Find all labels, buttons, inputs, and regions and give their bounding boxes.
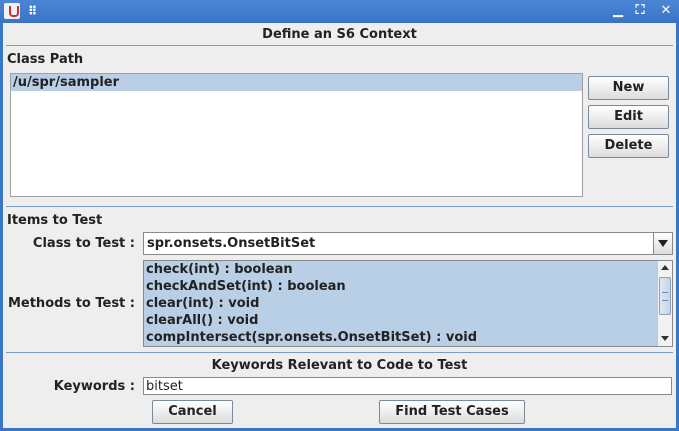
keywords-input[interactable] <box>143 377 672 395</box>
class-to-test-select[interactable]: spr.onsets.OnsetBitSet <box>143 232 673 255</box>
find-test-cases-button[interactable]: Find Test Cases <box>379 400 525 424</box>
maximize-icon[interactable]: ⛶ <box>632 3 648 19</box>
java-icon <box>4 3 20 19</box>
scroll-thumb[interactable] <box>659 277 671 315</box>
methods-to-test-label: Methods to Test : <box>7 296 135 311</box>
items-to-test-label: Items to Test <box>7 213 103 228</box>
scroll-down-icon[interactable] <box>658 332 672 346</box>
dialog-heading: Define an S6 Context <box>262 27 417 42</box>
class-path-label: Class Path <box>7 52 84 67</box>
title-bar[interactable]: ⠿ ▁ ⛶ ✕ <box>0 0 679 23</box>
cancel-button[interactable]: Cancel <box>152 400 233 424</box>
divider <box>6 206 673 207</box>
class-to-test-value: spr.onsets.OnsetBitSet <box>147 236 316 251</box>
list-item[interactable]: checkAndSet(int) : boolean <box>144 278 672 295</box>
close-icon[interactable]: ✕ <box>658 3 674 19</box>
dialog-content: Define an S6 Context Class Path /u/spr/s… <box>3 23 676 428</box>
delete-button[interactable]: Delete <box>588 134 669 158</box>
grip-icon[interactable]: ⠿ <box>28 3 44 19</box>
minimize-icon[interactable]: ▁ <box>610 3 626 19</box>
list-item[interactable]: clearAll() : void <box>144 312 672 329</box>
chevron-down-icon[interactable] <box>653 233 672 254</box>
list-item[interactable]: /u/spr/sampler <box>11 74 582 91</box>
keywords-label: Keywords : <box>53 379 135 394</box>
list-item[interactable]: compIntersect(spr.onsets.OnsetBitSet) : … <box>144 329 672 346</box>
class-to-test-label: Class to Test : <box>32 236 135 251</box>
keywords-heading: Keywords Relevant to Code to Test <box>211 358 468 373</box>
divider <box>6 45 673 46</box>
new-button[interactable]: New <box>588 76 669 100</box>
methods-scrollbar[interactable] <box>657 261 672 346</box>
list-item[interactable]: check(int) : boolean <box>144 261 672 278</box>
dialog-window: ⠿ ▁ ⛶ ✕ Define an S6 Context Class Path … <box>0 0 679 431</box>
divider <box>6 352 673 353</box>
edit-button[interactable]: Edit <box>588 105 669 129</box>
scroll-up-icon[interactable] <box>658 261 672 275</box>
list-item[interactable]: clear(int) : void <box>144 295 672 312</box>
class-path-list[interactable]: /u/spr/sampler <box>10 73 583 197</box>
methods-list[interactable]: check(int) : boolean checkAndSet(int) : … <box>143 260 673 347</box>
